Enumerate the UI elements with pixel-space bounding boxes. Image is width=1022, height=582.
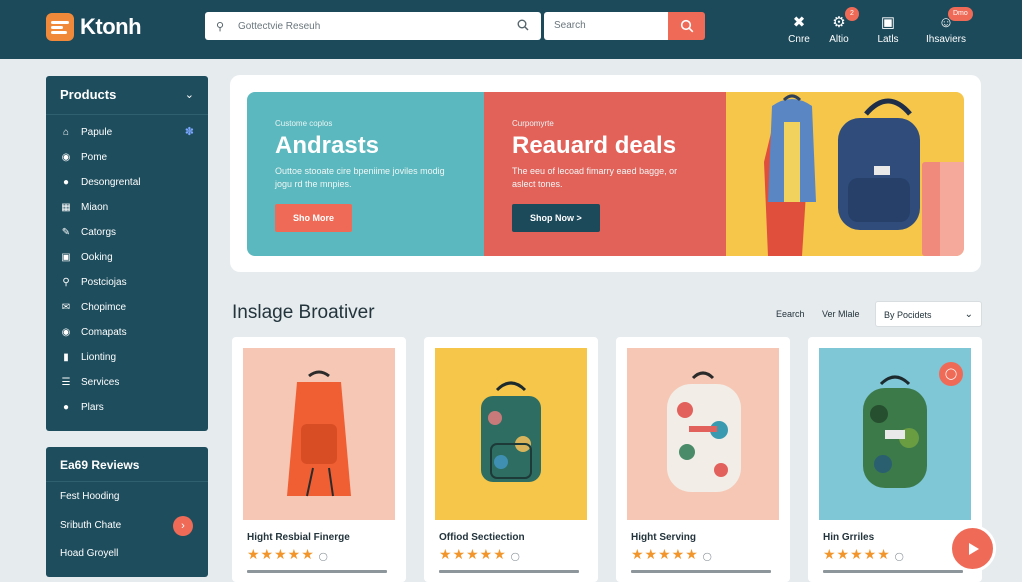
sort-select[interactable]: By Pocidets ⌄ [875,301,982,327]
list-icon: ☰ [61,376,71,388]
section-title: Inslage Broativer [232,302,375,323]
review-item[interactable]: Sributh Chate [60,520,121,531]
monitor-icon: ▣ [880,14,896,31]
sidebar-item-ooking[interactable]: ▣ Ooking [60,248,112,266]
product-name[interactable]: Hight Resbial Finerge [247,532,350,543]
product-card[interactable]: Offiod Sectiection ★★★★★ ◯ [424,337,598,582]
product-image [627,348,779,520]
search-button[interactable] [668,12,705,40]
sidebar-item-papule[interactable]: ⌂ Papule [60,123,112,141]
product-image [435,348,587,520]
promo-title: Andrasts [275,132,380,159]
product-name[interactable]: Hight Serving [631,532,696,543]
sidebar-item-lionting[interactable]: ▮ Lionting [60,348,116,366]
sidebar-products: Products ⌄ ⌂ Papule ✽ ◉ Pome ● Desongrental… [46,76,208,431]
promo-image-backpacks [726,92,964,256]
promo-title: Reauard deals [512,132,677,159]
promo-panel-andrasts: Custome coplos Andrasts Outtoe stooate c… [247,92,484,256]
person-icon: ● [62,176,70,188]
rating-stars: ★★★★★ ◯ [631,546,712,562]
sidebar-item-miaon[interactable]: ▦ Miaon [60,198,108,216]
product-subtitle [823,570,963,573]
promo-description: Outtoe stooate cire bpeniime joviles mod… [275,166,445,189]
sidebar-item-comapats[interactable]: ◉ Comapats [60,323,127,341]
circle-icon: ● [62,401,70,413]
promo-panel-deals: Curpomyrte Reauard deals The eeu of leco… [484,92,726,256]
sort-option-view[interactable]: Ver Mlale [822,309,860,319]
play-button[interactable] [949,525,996,572]
sort-option-search[interactable]: Eearch [776,309,805,319]
top-bar: Ktonh ⚲ Gottectvie Reseuh Search ✖ Cnre … [0,0,1022,59]
demo-badge: Dmo [948,7,973,21]
product-name[interactable]: Hin Grriles [823,532,874,543]
sidebar-title: Products [60,87,117,102]
settings-icon[interactable]: ✽ [185,125,194,138]
nav-item-latls[interactable]: ▣ Latls [863,14,913,45]
home-icon: ⌂ [62,126,70,138]
sidebar-item-services[interactable]: ☰ Services [60,373,120,391]
product-subtitle [439,570,579,573]
rating-stars: ★★★★★ ◯ [823,546,904,562]
sidebar-item-chopimce[interactable]: ✉ Chopimce [60,298,126,316]
promo-eyebrow: Custome coplos [275,119,333,128]
play-icon [968,542,979,555]
product-subtitle [631,570,771,573]
bubble-icon: ◉ [61,326,71,338]
product-image [243,348,395,520]
promo-description: The eeu of lecoad fimarry eaed bagge, or… [512,166,678,189]
tag-icon: ◉ [61,151,71,163]
review-item[interactable]: Hoad Groyell [60,548,118,559]
search-secondary-field[interactable]: Search [544,12,668,40]
sidebar-item-pome[interactable]: ◉ Pome [60,148,108,166]
promo-eyebrow: Curpomyrte [512,119,554,128]
sidebar-item-catorgs[interactable]: ✎ Catorgs [60,223,116,241]
backpacks-image [764,94,964,256]
chat-icon: ▣ [61,251,71,263]
search-icon: ⚲ [62,276,70,288]
sidebar-item-postciojas[interactable]: ⚲ Postciojas [60,273,126,291]
rating-stars: ★★★★★ ◯ [439,546,520,562]
search-icon[interactable] [517,19,541,34]
logo[interactable]: Ktonh [46,13,142,41]
search-icon: ⚲ [216,20,225,33]
chevron-down-icon[interactable]: ⌄ [185,88,194,101]
rating-stars: ★★★★★ ◯ [247,546,328,562]
product-name[interactable]: Offiod Sectiection [439,532,525,543]
sidebar-item-plars[interactable]: ● Plars [60,398,104,416]
mail-icon: ✉ [61,301,71,313]
sidebar-item-desongrental[interactable]: ● Desongrental [60,173,141,191]
product-card[interactable]: Hight Resbial Finerge ★★★★★ ◯ [232,337,406,582]
review-item[interactable]: Fest Hooding [60,491,119,502]
reviews-title: Ea69 Reviews [60,458,140,472]
reviews-panel: Ea69 Reviews Fest Hooding Sributh Chate … [46,447,208,577]
search-input[interactable]: ⚲ Gottectvie Reseuh [205,12,541,40]
chevron-down-icon: ⌄ [964,309,973,320]
grid-icon: ▦ [61,201,71,213]
search-placeholder: Gottectvie Reseuh [238,20,321,32]
product-card[interactable]: Hight Serving ★★★★★ ◯ [616,337,790,582]
wrench-icon: ✎ [61,226,71,238]
show-more-button[interactable]: Sho More [275,204,353,232]
divider [46,481,208,482]
logo-icon [46,13,74,41]
favorite-icon[interactable]: ◯ [939,362,963,386]
chart-icon: ▮ [63,351,69,363]
brand-name: Ktonh [80,14,142,39]
notification-badge: 2 [845,7,859,21]
shop-now-button[interactable]: Shop Now > [512,204,600,232]
search-icon [680,19,693,33]
product-subtitle [247,570,387,573]
chevron-right-icon[interactable]: › [173,516,193,536]
divider [46,114,208,115]
